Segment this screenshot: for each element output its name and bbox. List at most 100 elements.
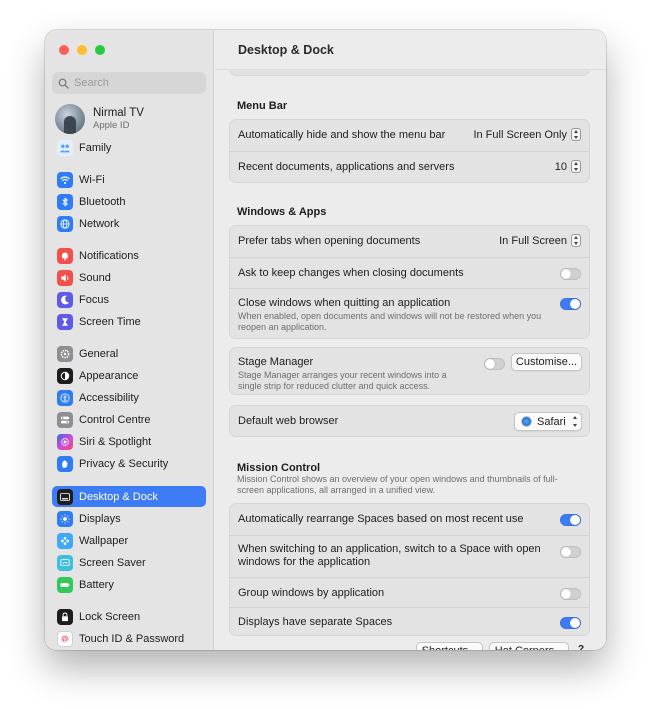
- sidebar-item-privacy-security[interactable]: Privacy & Security: [52, 453, 206, 474]
- gear-icon: [57, 345, 73, 362]
- sidebar-item-label: Touch ID & Password: [79, 632, 185, 645]
- menu-bar-autohide-label: Automatically hide and show the menu bar: [238, 129, 446, 141]
- shortcuts-button[interactable]: Shortcuts...: [416, 642, 483, 650]
- menu-bar-autohide-popup[interactable]: In Full Screen Only: [473, 128, 581, 141]
- sidebar-item-wallpaper[interactable]: Wallpaper: [52, 530, 206, 551]
- stage-manager-card: Stage Manager Stage Manager arranges you…: [229, 347, 590, 395]
- mission-control-desc-line1: Mission Control shows an overview of you…: [237, 474, 558, 484]
- prefer-tabs-popup[interactable]: In Full Screen: [499, 234, 581, 247]
- appearance-icon: [57, 367, 73, 384]
- search-field[interactable]: [52, 72, 206, 94]
- sidebar-item-accessibility[interactable]: Accessibility: [52, 387, 206, 408]
- switch-space-toggle[interactable]: [560, 546, 581, 558]
- section-title-menu-bar: Menu Bar: [237, 100, 288, 112]
- close-windows-label: Close windows when quitting an applicati…: [238, 297, 451, 309]
- titlebar: Desktop & Dock: [215, 30, 606, 70]
- search-input[interactable]: [74, 77, 194, 89]
- close-window-button[interactable]: [59, 45, 69, 55]
- sidebar-item-general[interactable]: General: [52, 343, 206, 364]
- sidebar-item-appearance[interactable]: Appearance: [52, 365, 206, 386]
- sidebar-item-battery[interactable]: Battery: [52, 574, 206, 595]
- close-windows-toggle[interactable]: [560, 298, 581, 310]
- close-windows-row: Close windows when quitting an applicati…: [230, 288, 589, 339]
- sidebar-item-control-centre[interactable]: Control Centre: [52, 409, 206, 430]
- section-title-windows-apps: Windows & Apps: [237, 206, 327, 218]
- sidebar-item-sound[interactable]: Sound: [52, 267, 206, 288]
- sidebar-item-displays[interactable]: Displays: [52, 508, 206, 529]
- main-pane: Desktop & Dock Menu Bar Automatically hi…: [215, 30, 606, 650]
- sidebar-item-label: Network: [79, 217, 120, 230]
- separate-spaces-label: Displays have separate Spaces: [238, 616, 393, 628]
- desktop-dock-icon: [57, 488, 73, 505]
- group-windows-toggle[interactable]: [560, 588, 581, 600]
- recent-items-label: Recent documents, applications and serve…: [238, 161, 455, 173]
- mission-control-card: Automatically rearrange Spaces based on …: [229, 503, 590, 636]
- minimize-window-button[interactable]: [77, 45, 87, 55]
- screen-saver-icon: [57, 554, 73, 571]
- zoom-window-button[interactable]: [95, 45, 105, 55]
- chevron-updown-icon: [571, 128, 581, 141]
- sidebar-item-label: Sound: [79, 271, 111, 284]
- ask-keep-changes-label: Ask to keep changes when closing documen…: [238, 267, 464, 279]
- sidebar-item-label: Family: [79, 141, 112, 154]
- hot-corners-button[interactable]: Hot Corners...: [489, 642, 569, 650]
- focus-icon: [57, 291, 73, 308]
- stage-manager-toggle[interactable]: [484, 358, 505, 370]
- sidebar-item-screen-saver[interactable]: Screen Saver: [52, 552, 206, 573]
- sidebar-item-label: Control Centre: [79, 413, 151, 426]
- battery-icon: [57, 576, 73, 593]
- sound-icon: [57, 269, 73, 286]
- sidebar-item-family[interactable]: Family: [52, 137, 206, 158]
- customise-button[interactable]: Customise...: [511, 353, 582, 371]
- popup-value: In Full Screen: [499, 234, 567, 247]
- stage-manager-desc-line1: Stage Manager arranges your recent windo…: [238, 370, 447, 380]
- window-controls: [59, 45, 105, 55]
- bluetooth-icon: [57, 193, 73, 210]
- sidebar-item-lock-screen[interactable]: Lock Screen: [52, 606, 206, 627]
- apple-id-account[interactable]: Nirmal TV Apple ID: [55, 104, 144, 134]
- menu-bar-card: Automatically hide and show the menu bar…: [229, 119, 590, 183]
- recent-items-popup[interactable]: 10: [555, 160, 581, 173]
- popup-value: 10: [554, 160, 567, 173]
- page-title: Desktop & Dock: [238, 43, 334, 57]
- sidebar-item-label: Focus: [79, 293, 109, 306]
- help-button[interactable]: ?: [574, 642, 588, 651]
- sidebar-item-label: Lock Screen: [79, 610, 141, 623]
- ask-keep-changes-toggle[interactable]: [560, 268, 581, 280]
- switch-space-label-line1: When switching to an application, switch…: [238, 543, 541, 555]
- stage-manager-label: Stage Manager: [238, 356, 314, 368]
- close-windows-desc-line1: When enabled, open documents and windows…: [238, 311, 542, 321]
- siri-icon: [57, 433, 73, 450]
- sidebar-item-label: Appearance: [79, 369, 139, 382]
- sidebar-item-label: Battery: [79, 578, 114, 591]
- sidebar-item-desktop-dock[interactable]: Desktop & Dock: [52, 486, 206, 507]
- rearrange-spaces-toggle[interactable]: [560, 514, 581, 526]
- switch-space-label-line2: windows for the application: [238, 556, 371, 568]
- sidebar-item-wifi[interactable]: Wi-Fi: [52, 169, 206, 190]
- safari-icon: [521, 416, 532, 427]
- sidebar-item-notifications[interactable]: Notifications: [52, 245, 206, 266]
- sidebar-item-label: Screen Saver: [79, 556, 146, 569]
- default-browser-popup[interactable]: Safari: [514, 412, 582, 431]
- notifications-icon: [57, 247, 73, 264]
- sidebar-item-label: Screen Time: [79, 315, 141, 328]
- chevron-updown-icon: [571, 415, 581, 428]
- sidebar-item-label: Displays: [79, 512, 121, 525]
- sidebar-item-screen-time[interactable]: Screen Time: [52, 311, 206, 332]
- account-name: Nirmal TV: [93, 107, 144, 119]
- sidebar-item-focus[interactable]: Focus: [52, 289, 206, 310]
- rearrange-spaces-row: Automatically rearrange Spaces based on …: [230, 504, 589, 535]
- chevron-updown-icon: [571, 234, 581, 247]
- sidebar-item-bluetooth[interactable]: Bluetooth: [52, 191, 206, 212]
- mission-control-desc-line2: screen applications, all arranged in a u…: [237, 485, 436, 495]
- family-icon: [57, 139, 73, 156]
- separate-spaces-toggle[interactable]: [560, 617, 581, 629]
- prefer-tabs-label: Prefer tabs when opening documents: [238, 235, 421, 247]
- account-subtitle: Apple ID: [93, 120, 130, 131]
- sidebar-item-siri-spotlight[interactable]: Siri & Spotlight: [52, 431, 206, 452]
- chevron-updown-icon: [571, 160, 581, 173]
- fingerprint-icon: [57, 630, 73, 647]
- control-centre-icon: [57, 411, 73, 428]
- sidebar-item-touch-id[interactable]: Touch ID & Password: [52, 628, 206, 649]
- sidebar-item-network[interactable]: Network: [52, 213, 206, 234]
